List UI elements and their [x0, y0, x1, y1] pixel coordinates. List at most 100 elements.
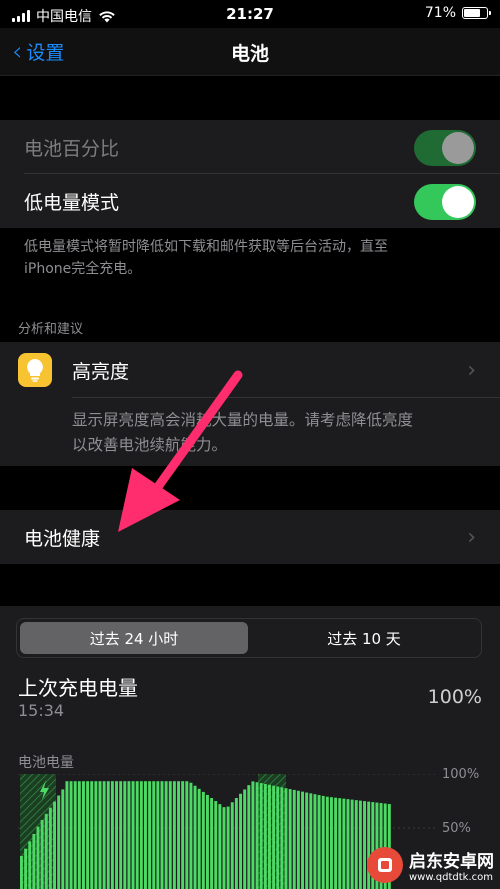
- battery-level-bar: [119, 781, 123, 889]
- battery-level-bar: [222, 807, 226, 889]
- high-brightness-label: 高亮度: [72, 360, 130, 383]
- low-power-mode-toggle[interactable]: [414, 184, 476, 220]
- battery-level-bar: [131, 781, 135, 889]
- battery-level-bar: [210, 798, 214, 889]
- battery-level-bar: [152, 781, 156, 889]
- battery-level-bar: [338, 798, 342, 889]
- chevron-right-icon: ›: [467, 524, 476, 550]
- battery-level-bar: [90, 781, 94, 889]
- battery-level-bar: [127, 781, 131, 889]
- status-bar: 中国电信 21:27 71%: [0, 0, 500, 28]
- battery-percentage-toggle[interactable]: [414, 130, 476, 166]
- battery-level-label: 电池电量: [18, 755, 74, 771]
- tab-last-10-days[interactable]: 过去 10 天: [250, 622, 478, 654]
- battery-level-bar: [325, 796, 329, 889]
- battery-level-bar: [177, 781, 180, 889]
- battery-level-bar: [354, 800, 358, 889]
- chevron-right-icon: ›: [467, 357, 476, 383]
- lightbulb-icon: [18, 353, 52, 387]
- battery-level-bar: [358, 800, 362, 889]
- battery-level-bar: [296, 790, 300, 889]
- battery-level-bar: [32, 834, 36, 889]
- battery-level-bar: [305, 792, 309, 889]
- battery-level-bar: [239, 793, 242, 889]
- battery-level-bar: [214, 801, 218, 889]
- low-power-note: 低电量模式将暂时降低如下载和邮件获取等后台活动，直至 iPhone完全充电。: [24, 239, 388, 277]
- battery-settings-group: 电池百分比 低电量模式: [0, 120, 500, 228]
- battery-level-bar: [206, 794, 209, 889]
- battery-health-row[interactable]: 电池健康 ›: [0, 510, 500, 564]
- battery-level-bar: [82, 781, 85, 889]
- battery-level-bar: [28, 841, 32, 889]
- battery-level-bar: [181, 781, 185, 889]
- tab-last-24-hours[interactable]: 过去 24 小时: [20, 622, 248, 654]
- battery-level-bar: [342, 798, 346, 889]
- high-brightness-row[interactable]: 高亮度 ›: [0, 342, 500, 398]
- battery-level-bar: [115, 781, 118, 889]
- battery-level-bar: [156, 781, 160, 889]
- battery-level-bar: [94, 781, 98, 889]
- battery-level-bar: [201, 791, 205, 889]
- last-charge-label: 上次充电电量: [18, 676, 138, 700]
- battery-percentage-label: 电池百分比: [24, 137, 120, 160]
- battery-level-bar: [86, 781, 90, 889]
- battery-level-bar: [350, 799, 354, 889]
- battery-level-bar: [73, 781, 77, 889]
- battery-percentage-row: 电池百分比: [0, 120, 500, 174]
- battery-level-bar: [243, 789, 247, 889]
- battery-level-bar: [65, 781, 69, 889]
- battery-level-bar: [189, 782, 193, 889]
- battery-level-bar: [77, 781, 81, 889]
- battery-level-bar: [247, 785, 251, 889]
- battery-level-bar: [334, 797, 338, 889]
- watermark-logo-icon: [367, 847, 403, 883]
- battery-level-bar: [230, 802, 234, 889]
- battery-level-bar: [172, 781, 176, 889]
- battery-level-bar: [98, 781, 102, 889]
- battery-level-bar: [234, 798, 238, 889]
- insights-group: 高亮度 › 显示屏亮度高会消耗大量的电量。请考虑降低亮度 以改善电池续航能力。: [0, 342, 500, 466]
- last-charge-value: 100%: [427, 686, 482, 708]
- battery-level-bar: [288, 789, 292, 889]
- battery-level-bar: [330, 797, 333, 889]
- battery-level-bar: [40, 819, 44, 889]
- watermark: 启东安卓网 www.qdtdtk.com: [367, 847, 494, 883]
- page-title: 电池: [230, 43, 269, 65]
- battery-level-bar: [313, 794, 317, 889]
- battery-level-bar: [292, 789, 296, 889]
- battery-level-bar: [144, 781, 147, 889]
- battery-level-bar: [255, 782, 259, 889]
- battery-level-bar: [284, 788, 288, 889]
- battery-level-bar: [321, 795, 325, 889]
- status-right: 71%: [424, 5, 491, 21]
- high-brightness-description: 显示屏亮度高会消耗大量的电量。请考虑降低亮度 以改善电池续航能力。: [72, 411, 414, 454]
- battery-level-bar: [106, 781, 110, 889]
- battery-percent: 71%: [424, 5, 456, 21]
- battery-level-bar: [268, 784, 271, 889]
- battery-level-bar: [263, 783, 267, 889]
- time-range-segmented-control: 过去 24 小时 过去 10 天: [16, 618, 482, 658]
- battery-icon: [462, 7, 491, 19]
- navigation-bar: ‹ 设置 电池: [0, 28, 500, 76]
- insights-header: 分析和建议: [18, 322, 84, 337]
- battery-level-bar: [61, 789, 65, 889]
- battery-level-bar: [164, 781, 168, 889]
- battery-level-bar: [259, 783, 263, 889]
- battery-level-bar: [276, 786, 280, 889]
- battery-level-bar: [272, 785, 276, 889]
- battery-level-bar: [317, 795, 321, 889]
- battery-level-bar: [139, 781, 143, 889]
- battery-level-bar: [102, 781, 106, 889]
- battery-level-bar: [20, 856, 23, 889]
- battery-level-bar: [346, 799, 350, 889]
- battery-level-bar: [226, 806, 230, 889]
- battery-level-bar: [48, 807, 52, 889]
- battery-level-bar: [309, 793, 313, 889]
- battery-level-bar: [110, 781, 114, 889]
- battery-level-bar: [301, 791, 304, 889]
- low-power-mode-label: 低电量模式: [24, 191, 120, 214]
- battery-level-bar: [193, 785, 197, 889]
- battery-level-bar: [57, 795, 61, 889]
- battery-level-bar: [363, 801, 366, 889]
- battery-level-bar: [123, 781, 127, 889]
